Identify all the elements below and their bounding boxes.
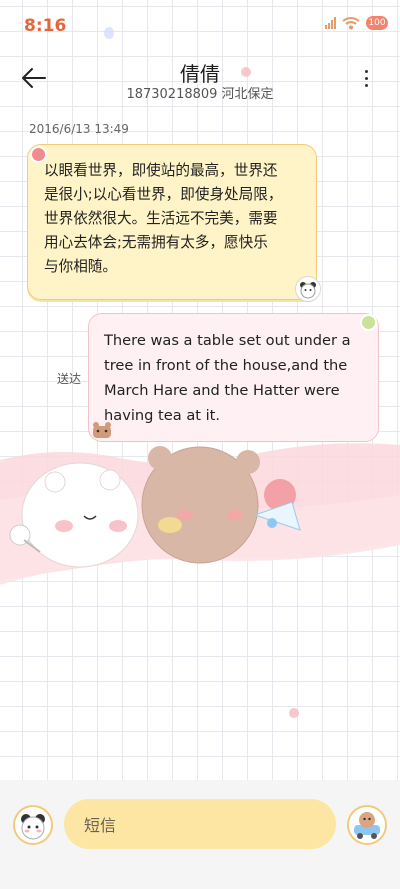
status-icons: 100	[325, 16, 388, 30]
flower-decor-icon	[30, 146, 47, 163]
message-line: March Hare and the Hatter were	[104, 382, 340, 399]
incoming-message-bubble[interactable]: 以眼看世界，即使站的最高，世界还 是很小;以心看世界，即使身处局限， 世界依然很…	[27, 144, 317, 300]
delivery-status: 送达	[57, 372, 82, 386]
panda-avatar-icon	[21, 814, 45, 840]
message-timestamp: 2016/6/13 13:49	[29, 122, 129, 136]
wifi-icon	[342, 17, 360, 30]
message-input[interactable]: 短信	[64, 799, 336, 849]
status-time: 8:16	[24, 16, 67, 36]
signal-icon	[325, 17, 336, 29]
decor-dot	[104, 27, 114, 39]
attach-button[interactable]	[13, 805, 53, 845]
flower-decor-icon	[360, 314, 377, 331]
bear-sticker-icon	[91, 420, 113, 440]
bear-car-icon	[354, 812, 380, 839]
more-vertical-icon	[362, 70, 370, 87]
message-line: tree in front of the house,and the	[104, 357, 348, 374]
message-line: 以眼看世界，即使站的最高，世界还	[44, 162, 278, 179]
couple-sticker-illustration	[0, 443, 400, 585]
more-options-button[interactable]	[362, 68, 370, 90]
outgoing-message-bubble[interactable]: There was a table set out under a tree i…	[88, 313, 379, 442]
send-button[interactable]	[347, 805, 387, 845]
contact-number-location: 18730218809 河北保定	[126, 87, 274, 102]
panda-sticker-icon	[295, 276, 321, 302]
battery-icon: 100	[366, 16, 388, 30]
message-line: 用心去体会;无需拥有太多，愿快乐	[44, 234, 268, 251]
message-line: 是很小;以心看世界，即使身处局限，	[44, 186, 283, 203]
battery-level: 100	[368, 18, 386, 28]
message-line: 世界依然很大。生活远不完美，需要	[44, 210, 278, 227]
decor-dot	[289, 708, 299, 718]
message-line: having tea at it.	[104, 407, 221, 424]
message-line: There was a table set out under a	[104, 332, 351, 349]
message-line: 与你相随。	[44, 258, 117, 275]
message-input-placeholder: 短信	[84, 816, 117, 835]
